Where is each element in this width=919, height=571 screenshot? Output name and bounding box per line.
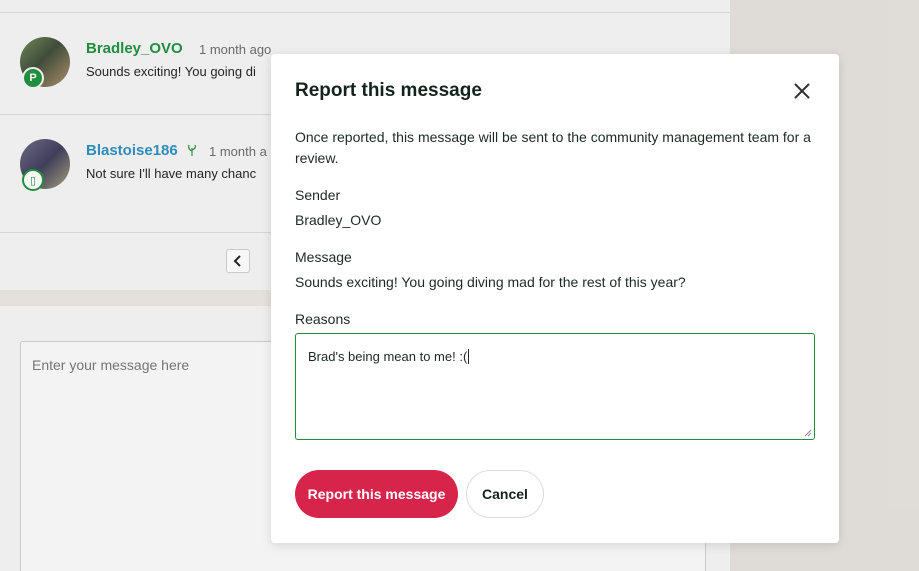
report-message-dialog: Report this message Once reported, this … [271, 54, 839, 543]
reasons-label: Reasons [295, 311, 351, 327]
dialog-description: Once reported, this message will be sent… [295, 129, 811, 166]
cancel-button[interactable]: Cancel [466, 470, 544, 518]
message-label: Message [295, 249, 352, 265]
sender-value: Bradley_OVO [295, 212, 382, 228]
text-caret [468, 349, 470, 364]
close-button[interactable] [791, 80, 813, 102]
resize-handle-icon[interactable] [804, 429, 812, 437]
report-message-button[interactable]: Report this message [295, 470, 458, 518]
sender-label: Sender [295, 187, 341, 203]
reasons-text-wrap: Brad's being mean to me! :( [308, 349, 470, 364]
close-icon [794, 83, 810, 99]
reasons-value: Brad's being mean to me! :( [308, 349, 468, 364]
message-value: Sounds exciting! You going diving mad fo… [295, 274, 686, 290]
dialog-title: Report this message [295, 80, 482, 101]
reasons-textarea[interactable]: Brad's being mean to me! :( [295, 333, 815, 440]
